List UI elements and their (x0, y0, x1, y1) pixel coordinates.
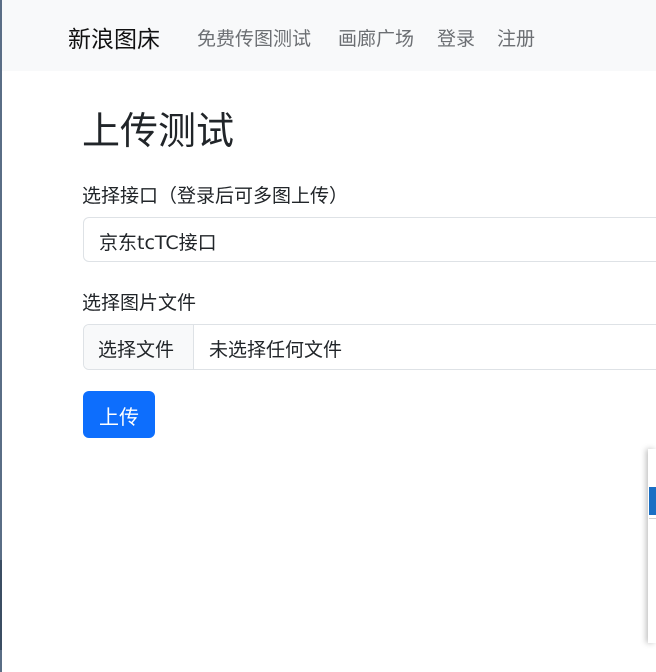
nav-link-gallery[interactable]: 画廊广场 (338, 24, 414, 51)
brand-logo-text[interactable]: 新浪图床 (68, 20, 160, 54)
interface-select-label: 选择接口（登录后可多图上传） (82, 185, 349, 207)
page-title: 上传测试 (82, 109, 235, 153)
side-popup-panel[interactable] (648, 449, 656, 643)
choose-file-button-label: 选择文件 (98, 339, 175, 361)
nav-link-login[interactable]: 登录 (437, 24, 475, 51)
nav-link-free-upload-test[interactable]: 免费传图测试 (197, 24, 311, 51)
side-popup-divider (649, 518, 656, 519)
upload-button-label: 上传 (99, 405, 139, 429)
top-navbar: 新浪图床 免费传图测试 画廊广场 登录 注册 (2, 0, 656, 71)
choose-file-button[interactable]: 选择文件 (84, 325, 194, 369)
window-left-edge-accent (0, 560, 2, 650)
interface-select-value: 京东tcTC接口 (99, 232, 217, 254)
nav-link-register[interactable]: 注册 (497, 24, 535, 51)
upload-button[interactable]: 上传 (83, 391, 155, 438)
file-input[interactable]: 选择文件 未选择任何文件 (83, 324, 656, 370)
file-input-status: 未选择任何文件 (209, 339, 343, 361)
file-input-label: 选择图片文件 (82, 292, 197, 314)
side-popup-header (649, 487, 656, 515)
interface-select[interactable]: 京东tcTC接口 (83, 217, 656, 262)
